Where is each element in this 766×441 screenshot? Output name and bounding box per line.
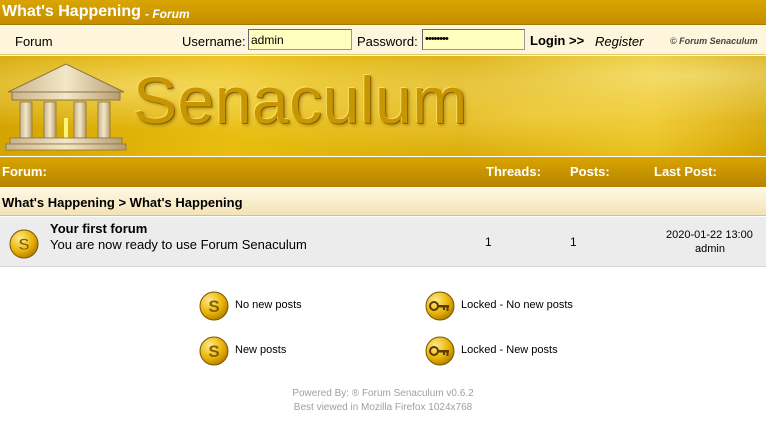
username-input[interactable] <box>248 29 352 50</box>
legend-locked-new: Locked - New posts <box>461 344 558 356</box>
new-posts-legend-icon: S <box>199 336 229 366</box>
locked-new-icon <box>425 336 455 366</box>
svg-text:S: S <box>208 342 219 361</box>
forum-description: You are now ready to use Forum Senaculum <box>50 237 307 252</box>
header-forum: Forum: <box>2 164 47 179</box>
table-row: S Your first forum You are now ready to … <box>0 217 766 267</box>
breadcrumb[interactable]: What's Happening > What's Happening <box>2 195 243 210</box>
password-input[interactable]: •••••••• <box>422 29 525 50</box>
last-post-date: 2020-01-22 13:00 <box>666 229 753 241</box>
locked-no-new-icon <box>425 291 455 321</box>
header-posts: Posts: <box>570 164 610 179</box>
title-bar: What's Happening - Forum <box>0 0 766 25</box>
category-row: What's Happening > What's Happening <box>0 188 766 216</box>
register-link[interactable]: Register <box>595 34 643 49</box>
legend-locked-no-new: Locked - No new posts <box>461 299 573 311</box>
thread-count: 1 <box>485 235 492 249</box>
username-label: Username: <box>182 34 246 49</box>
banner-logo-text: Senaculum <box>133 63 468 137</box>
banner: Senaculum <box>0 56 766 156</box>
login-bar: Forum Username: Password: •••••••• Login… <box>0 25 766 55</box>
no-new-posts-icon: S <box>199 291 229 321</box>
copyright-link[interactable]: © Forum Senaculum <box>670 36 758 46</box>
temple-icon <box>5 63 127 151</box>
header-threads: Threads: <box>486 164 541 179</box>
password-label: Password: <box>357 34 418 49</box>
legend-no-new-posts: No new posts <box>235 299 302 311</box>
site-subtitle: - Forum <box>145 7 190 21</box>
site-title[interactable]: What's Happening <box>2 3 141 21</box>
footer-powered-by[interactable]: Powered By: ® Forum Senaculum v0.6.2 <box>0 388 766 399</box>
legend-new-posts: New posts <box>235 344 287 356</box>
new-posts-icon: S <box>9 229 39 259</box>
svg-text:S: S <box>18 235 29 254</box>
header-last-post: Last Post: <box>654 164 717 179</box>
post-count: 1 <box>570 235 577 249</box>
svg-text:S: S <box>208 297 219 316</box>
last-post-user[interactable]: admin <box>695 243 725 255</box>
footer-best-viewed: Best viewed in Mozilla Firefox 1024x768 <box>293 402 473 413</box>
forum-link[interactable]: Forum <box>15 34 53 49</box>
login-button[interactable]: Login >> <box>530 33 584 48</box>
forum-title-link[interactable]: Your first forum <box>50 221 147 236</box>
forum-table-header: Forum: Threads: Posts: Last Post: <box>0 157 766 187</box>
